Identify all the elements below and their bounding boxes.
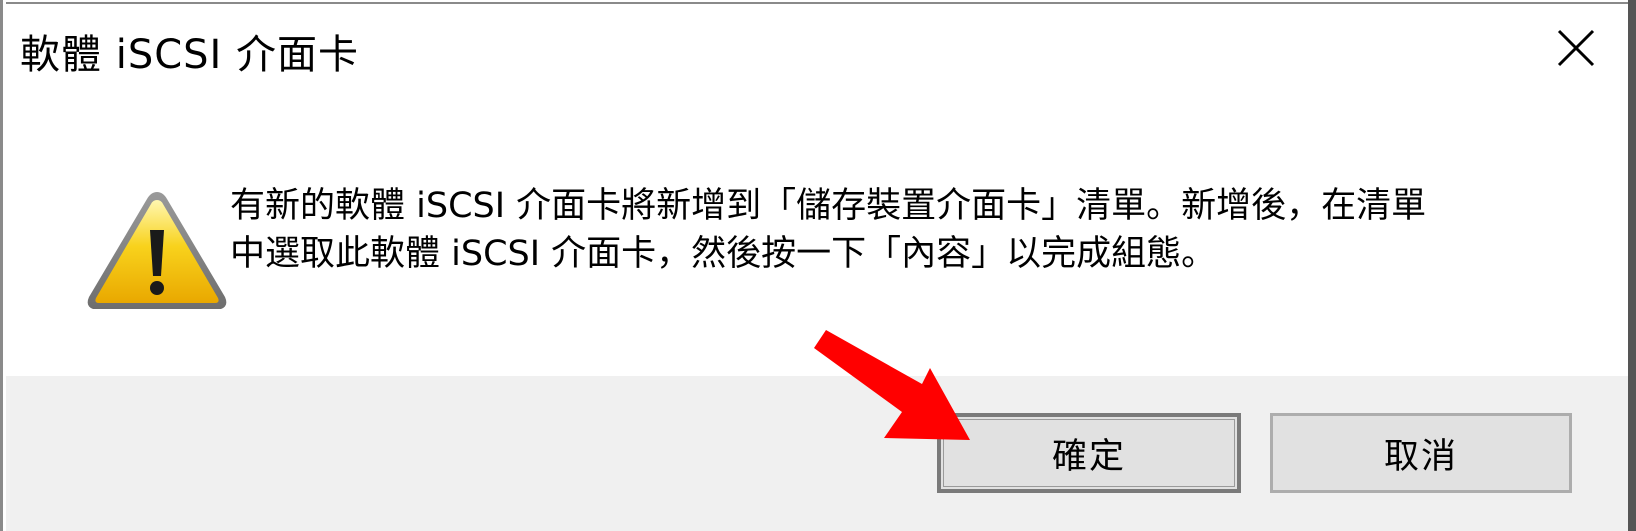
- window-right-edge: [1628, 0, 1636, 531]
- warning-icon: [87, 192, 227, 309]
- close-button[interactable]: [1540, 12, 1612, 84]
- window-top-edge: [0, 0, 1636, 5]
- message-line-1: 有新的軟體 iSCSI 介面卡將新增到「儲存裝置介面卡」清單。新增後，在清單: [230, 186, 1427, 226]
- ok-button-label: 確定: [1051, 436, 1126, 477]
- message-line-2: 中選取此軟體 iSCSI 介面卡，然後按一下「內容」以完成組態。: [230, 234, 1217, 274]
- annotation-arrow: [814, 330, 970, 440]
- cancel-button-label: 取消: [1383, 436, 1458, 477]
- close-icon: [1557, 29, 1595, 67]
- dialog-title: 軟體 iSCSI 介面卡: [20, 32, 360, 78]
- cancel-button[interactable]: 取消: [1270, 413, 1572, 493]
- dialog-message: 有新的軟體 iSCSI 介面卡將新增到「儲存裝置介面卡」清單。新增後，在清單 中…: [230, 182, 1530, 278]
- dialog-window: 軟體 iSCSI 介面卡 有新的軟體 iSCSI 介面卡將新增到「儲存裝置介面卡…: [0, 0, 1636, 531]
